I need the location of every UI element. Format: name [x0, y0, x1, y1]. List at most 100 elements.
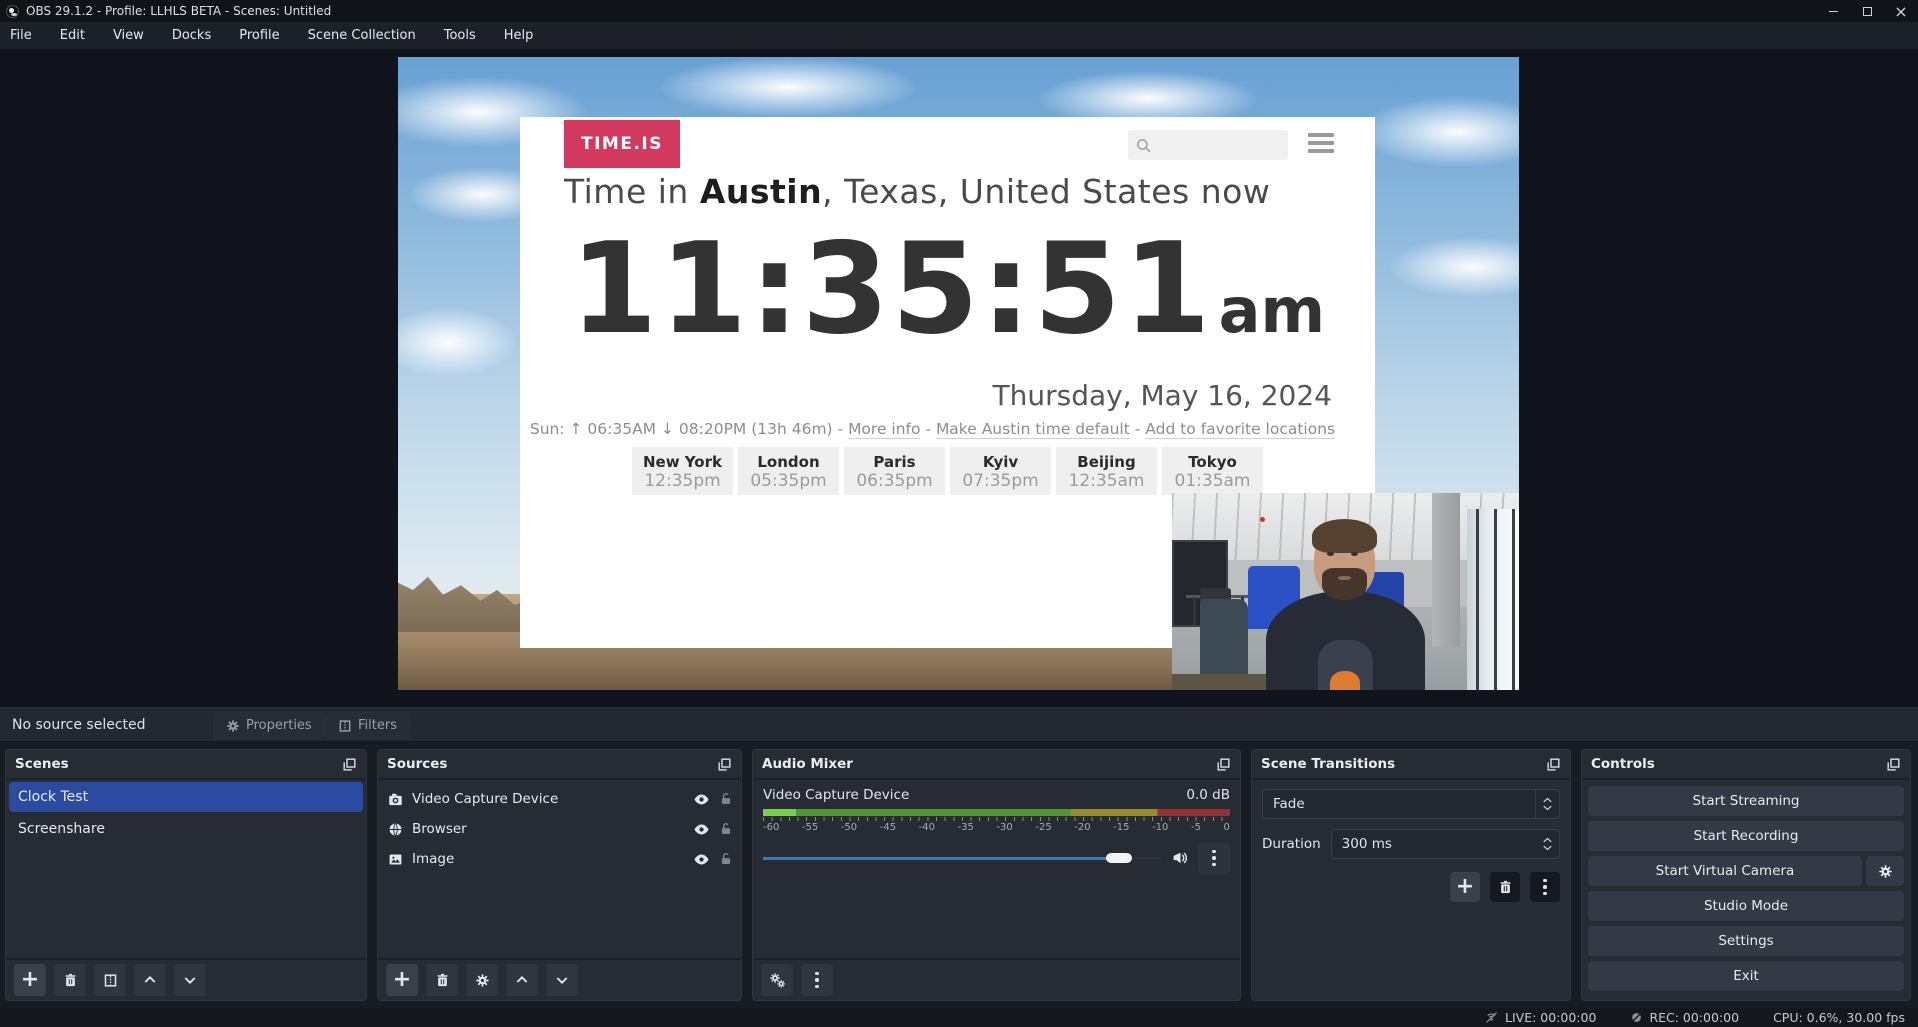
popout-icon[interactable]	[1216, 757, 1231, 772]
menu-item-edit[interactable]: Edit	[46, 22, 99, 49]
source-status-text: No source selected	[12, 717, 146, 733]
mixer-level-db: 0.0 dB	[1186, 787, 1230, 803]
city-time: 12:35am	[1056, 471, 1157, 491]
source-move-up-button[interactable]	[506, 964, 538, 996]
start-streaming-button[interactable]: Start Streaming	[1588, 786, 1904, 816]
add-source-button[interactable]: +	[386, 964, 418, 996]
minimize-button[interactable]	[1816, 0, 1850, 22]
city-name: London	[738, 453, 839, 471]
world-cities-row: New York 12:35pm London 05:35pm Paris 06…	[520, 447, 1375, 495]
dock-panels: Scenes Clock Test Screenshare +	[0, 742, 1918, 1008]
scene-filters-button[interactable]	[94, 964, 126, 996]
minimize-icon	[1829, 11, 1838, 12]
add-scene-button[interactable]: +	[14, 964, 46, 996]
controls-panel: Controls Start Streaming Start Recording…	[1581, 749, 1911, 1001]
add-transition-button[interactable]: +	[1450, 872, 1480, 902]
remove-transition-button[interactable]	[1490, 872, 1520, 902]
source-label: Image	[412, 851, 684, 867]
popout-icon[interactable]	[1886, 757, 1901, 772]
preview-area: TIME.IS Time in Austin, Texas, United St…	[0, 49, 1918, 707]
mixer-menu-button[interactable]	[801, 964, 833, 996]
virtual-camera-settings-button[interactable]	[1866, 856, 1904, 886]
unlock-icon[interactable]	[719, 822, 733, 836]
scene-item-screenshare[interactable]: Screenshare	[9, 814, 363, 844]
audio-mixer-panel: Audio Mixer Video Capture Device 0.0 dB …	[752, 749, 1241, 1001]
source-item-browser[interactable]: Browser	[378, 814, 741, 844]
volume-slider-handle[interactable]	[1106, 853, 1132, 863]
heading-prefix: Time in	[564, 172, 700, 211]
remove-source-button[interactable]	[426, 964, 458, 996]
remove-scene-button[interactable]	[54, 964, 86, 996]
studio-mode-button[interactable]: Studio Mode	[1588, 891, 1904, 921]
meter-ticks	[763, 817, 1230, 821]
cloud	[1388, 237, 1519, 297]
volume-slider[interactable]	[763, 853, 1162, 863]
source-item-image[interactable]: Image	[378, 844, 741, 874]
cloud	[658, 57, 918, 117]
meter-scale: -60-55-50-45-40-35-30-25-20-15-10-50	[763, 822, 1230, 833]
properties-button[interactable]: Properties	[213, 712, 325, 739]
controls-panel-title: Controls	[1591, 756, 1655, 772]
menu-item-profile[interactable]: Profile	[225, 22, 293, 49]
city-time: 07:35pm	[950, 471, 1051, 491]
menu-item-tools[interactable]: Tools	[430, 22, 490, 49]
popout-icon[interactable]	[1546, 757, 1561, 772]
webcam-window	[1467, 509, 1519, 690]
transition-menu-button[interactable]	[1530, 872, 1560, 902]
menu-item-view[interactable]: View	[99, 22, 158, 49]
trash-icon	[63, 973, 78, 988]
title-bar: OBS 29.1.2 - Profile: LLHLS BETA - Scene…	[0, 0, 1918, 22]
obs-logo-icon	[6, 5, 19, 18]
plus-icon: +	[21, 969, 39, 991]
eye-icon[interactable]	[693, 821, 710, 838]
webcam-person-body	[1266, 591, 1426, 690]
filters-button[interactable]: Filters	[325, 712, 410, 739]
sources-panel-title: Sources	[387, 756, 447, 772]
unlock-icon[interactable]	[719, 852, 733, 866]
source-item-video-capture[interactable]: Video Capture Device	[378, 784, 741, 814]
kebab-icon	[815, 972, 819, 989]
scenes-panel: Scenes Clock Test Screenshare +	[5, 749, 367, 1001]
current-time: 11:35:51am	[520, 215, 1375, 362]
popout-icon[interactable]	[342, 757, 357, 772]
scenes-panel-title: Scenes	[15, 756, 69, 772]
menu-item-scene-collection[interactable]: Scene Collection	[294, 22, 430, 49]
source-move-down-button[interactable]	[546, 964, 578, 996]
scene-move-down-button[interactable]	[174, 964, 206, 996]
filter-icon	[338, 719, 352, 733]
sources-panel: Sources Video Capture Device	[377, 749, 742, 1001]
city-name: Beijing	[1056, 453, 1157, 471]
source-properties-button[interactable]	[466, 964, 498, 996]
settings-button[interactable]: Settings	[1588, 926, 1904, 956]
speaker-icon[interactable]	[1171, 849, 1189, 867]
scene-item-clock-test[interactable]: Clock Test	[9, 782, 363, 812]
start-virtual-camera-button[interactable]: Start Virtual Camera	[1588, 856, 1862, 886]
advanced-audio-button[interactable]	[761, 964, 793, 996]
plus-icon: +	[1456, 876, 1474, 898]
menu-item-docks[interactable]: Docks	[158, 22, 225, 49]
unlock-icon[interactable]	[719, 792, 733, 806]
transition-select[interactable]: Fade	[1262, 789, 1560, 819]
close-icon: ×	[1894, 2, 1907, 21]
maximize-button[interactable]	[1850, 0, 1884, 22]
spinner-chevrons	[1535, 830, 1559, 858]
popout-icon[interactable]	[717, 757, 732, 772]
time-meridiem: am	[1219, 274, 1325, 347]
program-canvas[interactable]: TIME.IS Time in Austin, Texas, United St…	[398, 57, 1519, 690]
menu-item-help[interactable]: Help	[490, 22, 548, 49]
scene-move-up-button[interactable]	[134, 964, 166, 996]
start-recording-button[interactable]: Start Recording	[1588, 821, 1904, 851]
exit-button[interactable]: Exit	[1588, 961, 1904, 991]
city-name: Paris	[844, 453, 945, 471]
webcam-chair-back	[1200, 599, 1249, 674]
combo-chevrons	[1535, 790, 1559, 818]
plus-icon: +	[393, 969, 411, 991]
maximize-icon	[1863, 7, 1872, 16]
mixer-channel-menu-button[interactable]	[1198, 842, 1230, 874]
close-button[interactable]: ×	[1884, 0, 1918, 22]
eye-icon[interactable]	[693, 851, 710, 868]
duration-spinner[interactable]: 300 ms	[1331, 829, 1560, 859]
eye-icon[interactable]	[693, 791, 710, 808]
menu-item-file[interactable]: File	[0, 22, 46, 49]
source-toolbar: No source selected Properties Filters	[0, 707, 1918, 742]
